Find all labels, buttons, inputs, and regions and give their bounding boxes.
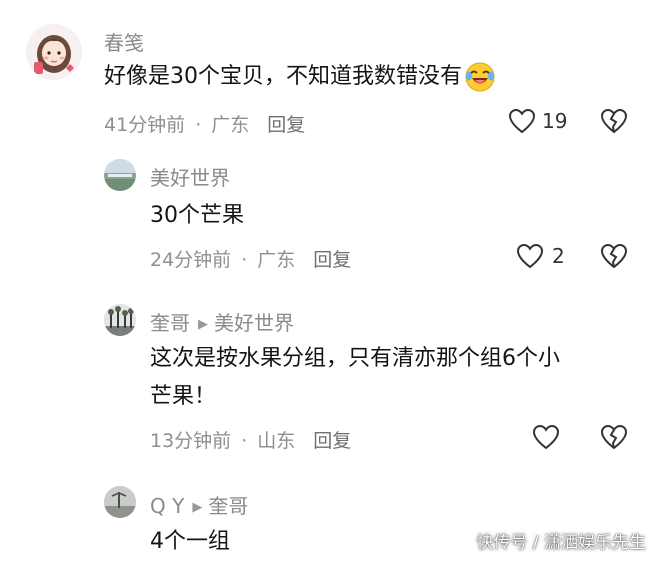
comment-username: Q Y ▶ 奎哥: [150, 490, 248, 519]
comment-meta: 41分钟前 · 广东 回复: [104, 110, 305, 137]
comment-username: 奎哥 ▶ 美好世界: [150, 307, 294, 336]
like-button[interactable]: 2: [516, 243, 565, 269]
avatar[interactable]: [26, 24, 82, 80]
comment-text-line: 这次是按水果分组，只有清亦那个组6个小: [150, 346, 560, 371]
reply-button[interactable]: 回复: [313, 249, 351, 271]
reply-button[interactable]: 回复: [313, 430, 351, 452]
comment-username[interactable]: 美好世界: [150, 162, 230, 191]
comment-text: 好像是30个宝贝，不知道我数错没有: [104, 64, 462, 89]
comment-time: 13分钟前: [150, 430, 232, 452]
reply-item: 美好世界 30个芒果 24分钟前 · 广东 回复 2: [0, 150, 660, 290]
reply-button[interactable]: 回复: [267, 114, 305, 136]
separator-dot: ·: [241, 249, 248, 271]
avatar-girl-illustration: [26, 24, 82, 80]
reply-target[interactable]: 美好世界: [214, 311, 294, 335]
comment-content: 这次是按水果分组，只有清亦那个组6个小 芒果！: [150, 340, 560, 416]
comment-item: 春笺 好像是30个宝贝，不知道我数错没有 41分钟前 · 广东 回复 19: [0, 0, 660, 150]
comment-text-line: 芒果！: [150, 384, 217, 409]
dislike-button[interactable]: [600, 108, 628, 134]
heart-outline-icon: [516, 243, 544, 269]
like-button[interactable]: [532, 424, 560, 450]
watermark: 快传号 / 潇洒娱乐先生: [476, 533, 646, 553]
like-count: 2: [552, 244, 565, 268]
avatar[interactable]: [104, 159, 136, 191]
dislike-button[interactable]: [600, 243, 628, 269]
reply-author[interactable]: 奎哥: [150, 311, 190, 335]
reply-item: 奎哥 ▶ 美好世界 这次是按水果分组，只有清亦那个组6个小 芒果！ 13分钟前 · 山东…: [0, 290, 660, 480]
like-button[interactable]: 19: [508, 108, 567, 134]
broken-heart-icon: [600, 243, 628, 269]
reply-author[interactable]: Q Y: [150, 494, 184, 518]
comment-time: 41分钟前: [104, 114, 186, 136]
avatar-landscape-photo: [104, 159, 136, 191]
laughing-crying-emoji-icon: [465, 62, 495, 92]
comment-time: 24分钟前: [150, 249, 232, 271]
comment-content: 好像是30个宝贝，不知道我数错没有: [104, 58, 496, 96]
avatar-trees-photo: [104, 304, 136, 336]
comment-meta: 13分钟前 · 山东 回复: [150, 426, 351, 453]
reply-target[interactable]: 奎哥: [208, 494, 248, 518]
comment-username[interactable]: 春笺: [104, 27, 144, 56]
avatar[interactable]: [104, 486, 136, 518]
broken-heart-icon: [600, 424, 628, 450]
comment-location: 广东: [211, 114, 250, 136]
dislike-button[interactable]: [600, 424, 628, 450]
heart-outline-icon: [532, 424, 560, 450]
separator-dot: ·: [195, 114, 202, 136]
triangle-right-icon: ▶: [198, 317, 208, 332]
broken-heart-icon: [600, 108, 628, 134]
triangle-right-icon: ▶: [192, 500, 203, 515]
avatar[interactable]: [104, 304, 136, 336]
comment-location: 广东: [257, 249, 296, 271]
heart-outline-icon: [508, 108, 536, 134]
comment-text: 30个芒果: [150, 203, 244, 228]
avatar-grey-photo: [104, 486, 136, 518]
comment-meta: 24分钟前 · 广东 回复: [150, 245, 351, 272]
comment-text: 4个一组: [150, 529, 230, 554]
like-count: 19: [542, 109, 568, 133]
separator-dot: ·: [241, 430, 248, 452]
comment-location: 山东: [257, 430, 296, 452]
